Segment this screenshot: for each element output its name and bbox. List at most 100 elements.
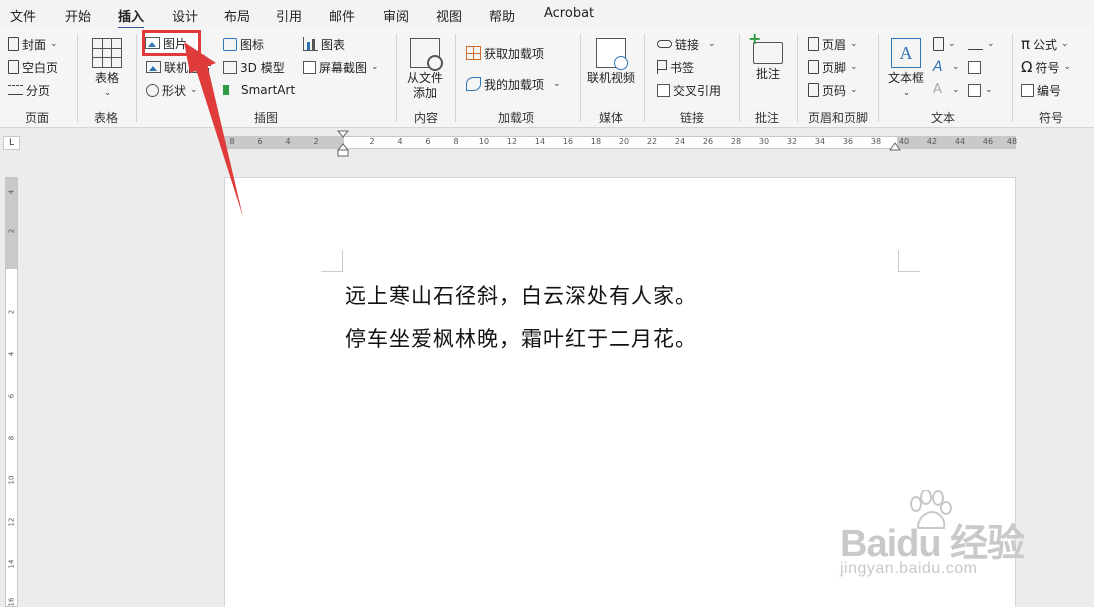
icons-icon xyxy=(223,37,237,51)
from-file-button[interactable]: 从文件 添加 xyxy=(407,38,443,101)
ruler-number: 6 xyxy=(257,137,263,146)
tab-acrobat[interactable]: Acrobat xyxy=(544,6,594,21)
document-line[interactable]: 远上寒山石径斜，白云深处有人家。 xyxy=(345,280,697,310)
ruler-number: 12 xyxy=(506,137,518,146)
tab-design[interactable]: 设计 xyxy=(172,6,198,25)
number-button[interactable]: 编号 xyxy=(1021,80,1061,100)
ruler-number: 14 xyxy=(534,137,546,146)
cover-page-button[interactable]: 封面 ⌄ xyxy=(8,34,58,54)
ruler-number: 10 xyxy=(7,475,16,485)
ribbon: 封面 ⌄ 空白页 分页 页面 表格 ⌄ 表格 图片 联机图片 形状 ⌄ 图标 3D … xyxy=(0,28,1094,128)
footer-button[interactable]: 页脚 ⌄ xyxy=(808,57,858,77)
right-indent-marker[interactable] xyxy=(889,140,901,152)
drop-cap-button[interactable]: A ⌄ xyxy=(933,80,960,100)
chart-label: 图表 xyxy=(321,37,346,52)
header-icon xyxy=(808,37,819,51)
equation-button[interactable]: π 公式 ⌄ xyxy=(1021,34,1069,54)
smartart-button[interactable]: SmartArt xyxy=(223,80,295,100)
blank-page-button[interactable]: 空白页 xyxy=(8,57,58,77)
cube-icon xyxy=(223,60,237,74)
symbol-button[interactable]: Ω 符号 ⌄ xyxy=(1021,57,1071,77)
page-break-icon xyxy=(8,85,23,95)
quick-parts-button[interactable]: ⌄ xyxy=(933,34,956,54)
link-button[interactable]: 链接 ⌄ xyxy=(657,34,716,54)
ruler-number: 2 xyxy=(7,309,16,315)
picture-icon xyxy=(145,37,160,49)
pictures-label: 图片 xyxy=(163,36,188,51)
page-break-label: 分页 xyxy=(26,83,51,98)
text-box-label: 文本框 xyxy=(888,71,925,85)
header-label: 页眉 xyxy=(822,37,847,52)
page-number-button[interactable]: 页码 ⌄ xyxy=(808,80,858,100)
page-break-button[interactable]: 分页 xyxy=(8,80,50,100)
tab-view[interactable]: 视图 xyxy=(436,6,462,25)
table-icon xyxy=(92,38,122,68)
get-addins-button[interactable]: 获取加载项 xyxy=(466,43,544,63)
new-comment-button[interactable]: 批注 xyxy=(748,31,783,82)
text-box-icon: A xyxy=(891,38,921,68)
tab-home[interactable]: 开始 xyxy=(65,6,91,25)
online-video-button[interactable]: 联机视频 xyxy=(587,38,635,86)
text-box-button[interactable]: A 文本框 ⌄ xyxy=(888,38,924,101)
from-file-label-2: 添加 xyxy=(413,86,438,100)
ruler-number: 8 xyxy=(229,137,235,146)
my-addins-button[interactable]: 我的加载项 ⌄ xyxy=(466,74,561,94)
chevron-down-icon: ⌄ xyxy=(850,62,858,72)
chart-button[interactable]: 图表 xyxy=(303,34,345,54)
ruler-number: 2 xyxy=(369,137,375,146)
tab-help[interactable]: 帮助 xyxy=(489,6,515,25)
document-line[interactable]: 停车坐爱枫林晚，霜叶红于二月花。 xyxy=(345,323,697,353)
group-label-illustrations: 插图 xyxy=(253,111,279,125)
chevron-down-icon: ⌄ xyxy=(850,39,858,49)
group-separator xyxy=(396,34,397,122)
ruler-number: 4 xyxy=(397,137,403,146)
crop-mark-right xyxy=(898,250,920,272)
3d-models-button[interactable]: 3D 模型 xyxy=(223,57,285,77)
comment-label: 批注 xyxy=(755,67,780,81)
wordart-button[interactable]: A ⌄ xyxy=(933,57,960,77)
table-button[interactable]: 表格 ⌄ xyxy=(92,38,122,101)
footer-icon xyxy=(808,60,819,74)
bookmark-button[interactable]: 书签 xyxy=(657,57,694,77)
signature-line-button[interactable]: ⌄ xyxy=(968,34,995,54)
bookmark-label: 书签 xyxy=(670,60,695,75)
group-separator xyxy=(1012,34,1013,122)
ruler-number: 24 xyxy=(674,137,686,146)
cross-reference-button[interactable]: 交叉引用 xyxy=(657,80,721,100)
cover-page-label: 封面 xyxy=(22,37,47,52)
group-label-text: 文本 xyxy=(930,111,956,125)
ruler-number: 4 xyxy=(7,189,16,195)
icons-button[interactable]: 图标 xyxy=(223,34,264,54)
header-button[interactable]: 页眉 ⌄ xyxy=(808,34,858,54)
chevron-down-icon: ⌄ xyxy=(553,79,561,89)
tab-review[interactable]: 审阅 xyxy=(383,6,409,25)
addins-icon xyxy=(466,77,481,91)
watermark-brand-text: Baidu xyxy=(840,523,942,565)
date-time-button[interactable] xyxy=(968,57,981,77)
tab-selector[interactable]: L xyxy=(3,136,20,150)
quick-parts-icon xyxy=(933,37,944,51)
ruler-number: 10 xyxy=(478,137,490,146)
online-pictures-button[interactable]: 联机图片 xyxy=(146,57,212,77)
tab-layout[interactable]: 布局 xyxy=(224,6,250,25)
group-label-links: 链接 xyxy=(679,111,705,125)
object-button[interactable]: ⌄ xyxy=(968,80,993,100)
cross-reference-icon xyxy=(657,83,670,97)
pictures-button[interactable]: 图片 xyxy=(142,30,201,56)
tab-mailings[interactable]: 邮件 xyxy=(329,6,355,25)
blank-page-icon xyxy=(8,60,19,74)
tab-insert[interactable]: 插入 xyxy=(118,6,145,30)
tab-file[interactable]: 文件 xyxy=(10,6,36,25)
tab-references[interactable]: 引用 xyxy=(276,6,302,25)
screenshot-button[interactable]: 屏幕截图 ⌄ xyxy=(303,57,379,77)
comment-icon xyxy=(748,31,783,64)
group-separator xyxy=(580,34,581,122)
indent-markers[interactable] xyxy=(336,130,350,158)
ruler-number: 8 xyxy=(7,435,16,441)
link-label: 链接 xyxy=(675,37,700,52)
object-icon xyxy=(968,83,981,97)
equation-label: 公式 xyxy=(1033,37,1058,52)
group-label-media: 媒体 xyxy=(598,111,624,125)
shapes-button[interactable]: 形状 ⌄ xyxy=(146,80,198,100)
vertical-ruler[interactable]: 4 2 2 4 6 8 10 12 14 16 xyxy=(5,177,18,607)
